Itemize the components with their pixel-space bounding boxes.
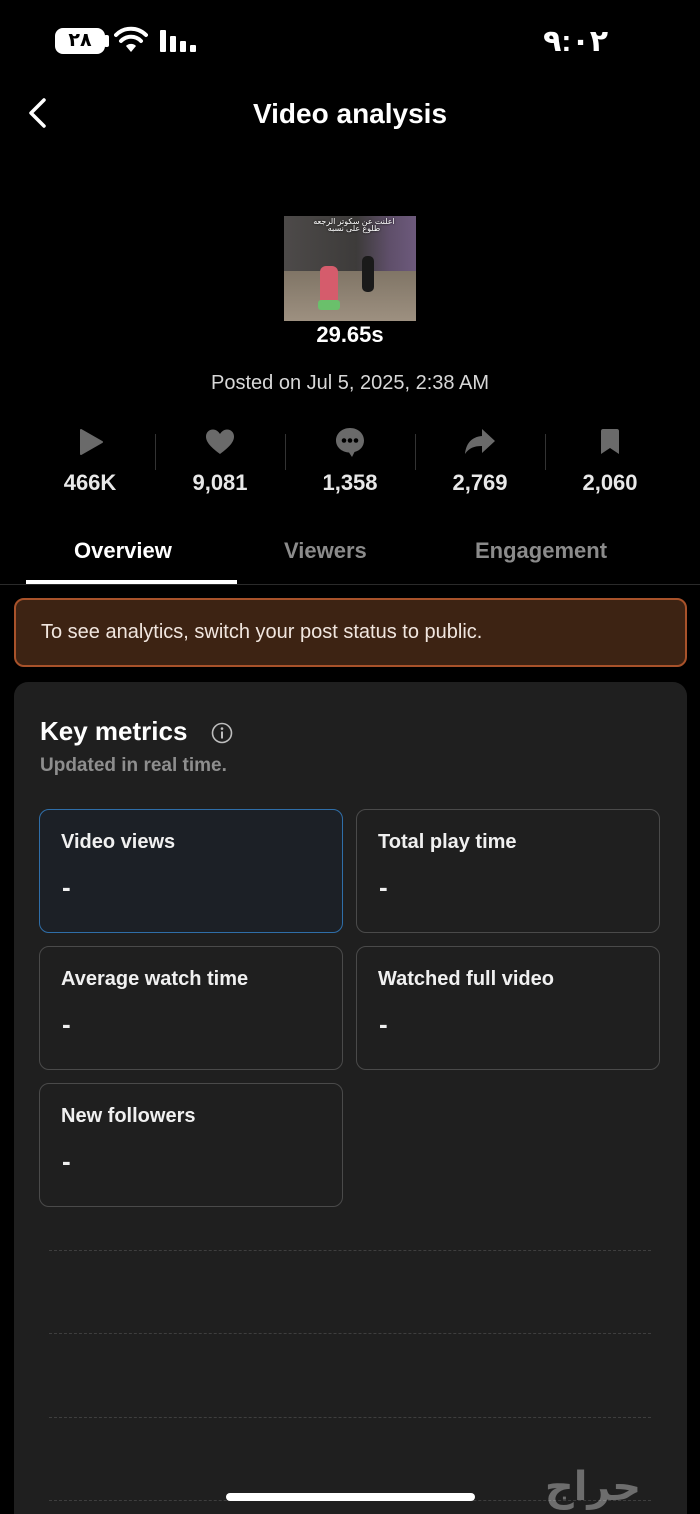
stat-value: 2,769 [452, 470, 508, 495]
public-status-banner: To see analytics, switch your post statu… [14, 598, 687, 667]
thumbnail-floor [284, 271, 416, 321]
page-title: Video analysis [252, 98, 448, 129]
metric-total-play-time[interactable]: Total play time - [356, 809, 660, 933]
key-metrics-title: Key metrics [40, 716, 188, 746]
tab-engagement[interactable]: Engagement [475, 538, 607, 564]
metric-watched-full-video[interactable]: Watched full video - [356, 946, 660, 1070]
stat-shares: 2,769 [415, 420, 545, 510]
stat-value: 9,081 [192, 470, 248, 495]
metric-value: - [62, 872, 71, 902]
metric-value: - [379, 1009, 388, 1039]
thumbnail-figure [362, 256, 374, 292]
page: ٢٨ ٩:٠٢ Video analysis اعلنت عن سكوتر ال… [0, 0, 700, 1514]
metric-label: New followers [61, 1105, 196, 1127]
signal-icon [160, 30, 196, 52]
tab-viewers[interactable]: Viewers [284, 538, 367, 564]
video-thumbnail[interactable]: اعلنت عن سكوتر الرجعه طلوع على نسبه [284, 216, 416, 321]
tab-overview[interactable]: Overview [74, 538, 172, 564]
metric-video-views[interactable]: Video views - [39, 809, 343, 933]
haraj-watermark-logo: حراج [545, 1464, 641, 1510]
header: Video analysis [0, 80, 700, 150]
status-bar: ٢٨ ٩:٠٢ [0, 0, 700, 80]
metric-value: - [62, 1009, 71, 1039]
metric-value: - [62, 1146, 71, 1176]
metric-new-followers[interactable]: New followers - [39, 1083, 343, 1207]
comment-icon [336, 428, 364, 457]
metric-average-watch-time[interactable]: Average watch time - [39, 946, 343, 1070]
stat-saves: 2,060 [545, 420, 675, 510]
play-icon [80, 429, 103, 455]
chart-gridline [49, 1250, 651, 1251]
chart-gridline [49, 1417, 651, 1418]
battery-cap [104, 35, 109, 47]
bookmark-icon [601, 429, 619, 454]
share-icon [465, 429, 495, 454]
home-indicator[interactable] [226, 1493, 475, 1501]
metric-label: Total play time [378, 831, 517, 853]
stats-row: 466K 9,081 1,358 2,769 2,060 [25, 420, 675, 510]
stat-value: 466K [63, 470, 117, 495]
metric-label: Watched full video [378, 968, 554, 990]
wifi-icon [114, 26, 148, 52]
metric-value: - [379, 872, 388, 902]
chart-gridline [49, 1333, 651, 1334]
metric-label: Average watch time [61, 968, 249, 990]
metric-label: Video views [61, 831, 176, 853]
stat-comments: 1,358 [285, 420, 415, 510]
tab-bar: Overview Viewers Engagement [0, 530, 700, 585]
posted-date: Posted on Jul 5, 2025, 2:38 AM [211, 372, 489, 394]
key-metrics-card: Key metrics Updated in real time. Video … [14, 682, 687, 1514]
stat-value: 2,060 [582, 470, 638, 495]
video-duration: 29.65s [316, 322, 384, 347]
key-metrics-subtitle: Updated in real time. [40, 755, 227, 776]
heart-icon [206, 429, 234, 454]
thumbnail-figure [320, 266, 338, 304]
thumbnail-figure-skirt [318, 300, 340, 310]
clock: ٩:٠٢ [543, 25, 608, 58]
stat-value: 1,358 [322, 470, 378, 495]
svg-text:حراج: حراج [545, 1464, 641, 1510]
active-tab-indicator [26, 580, 237, 584]
stat-likes: 9,081 [155, 420, 285, 510]
battery-indicator: ٢٨ [55, 28, 105, 54]
stat-views: 466K [25, 420, 155, 510]
info-icon[interactable] [211, 722, 233, 744]
thumbnail-caption: اعلنت عن سكوتر الرجعه طلوع على نسبه [313, 217, 395, 233]
